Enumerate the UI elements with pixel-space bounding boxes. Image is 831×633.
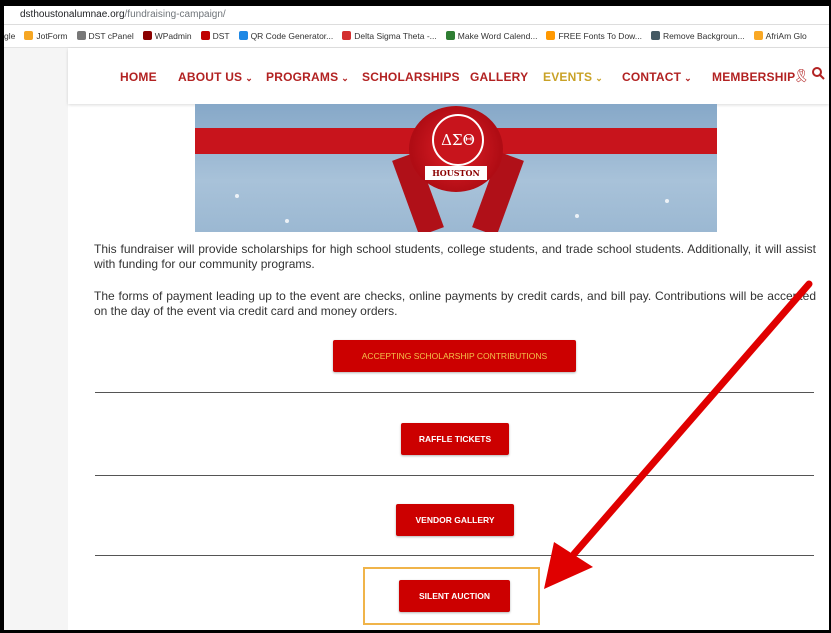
annotation-arrow <box>544 280 813 589</box>
browser-window: dsthoustonalumnae.org/fundraising-campai… <box>4 6 829 630</box>
